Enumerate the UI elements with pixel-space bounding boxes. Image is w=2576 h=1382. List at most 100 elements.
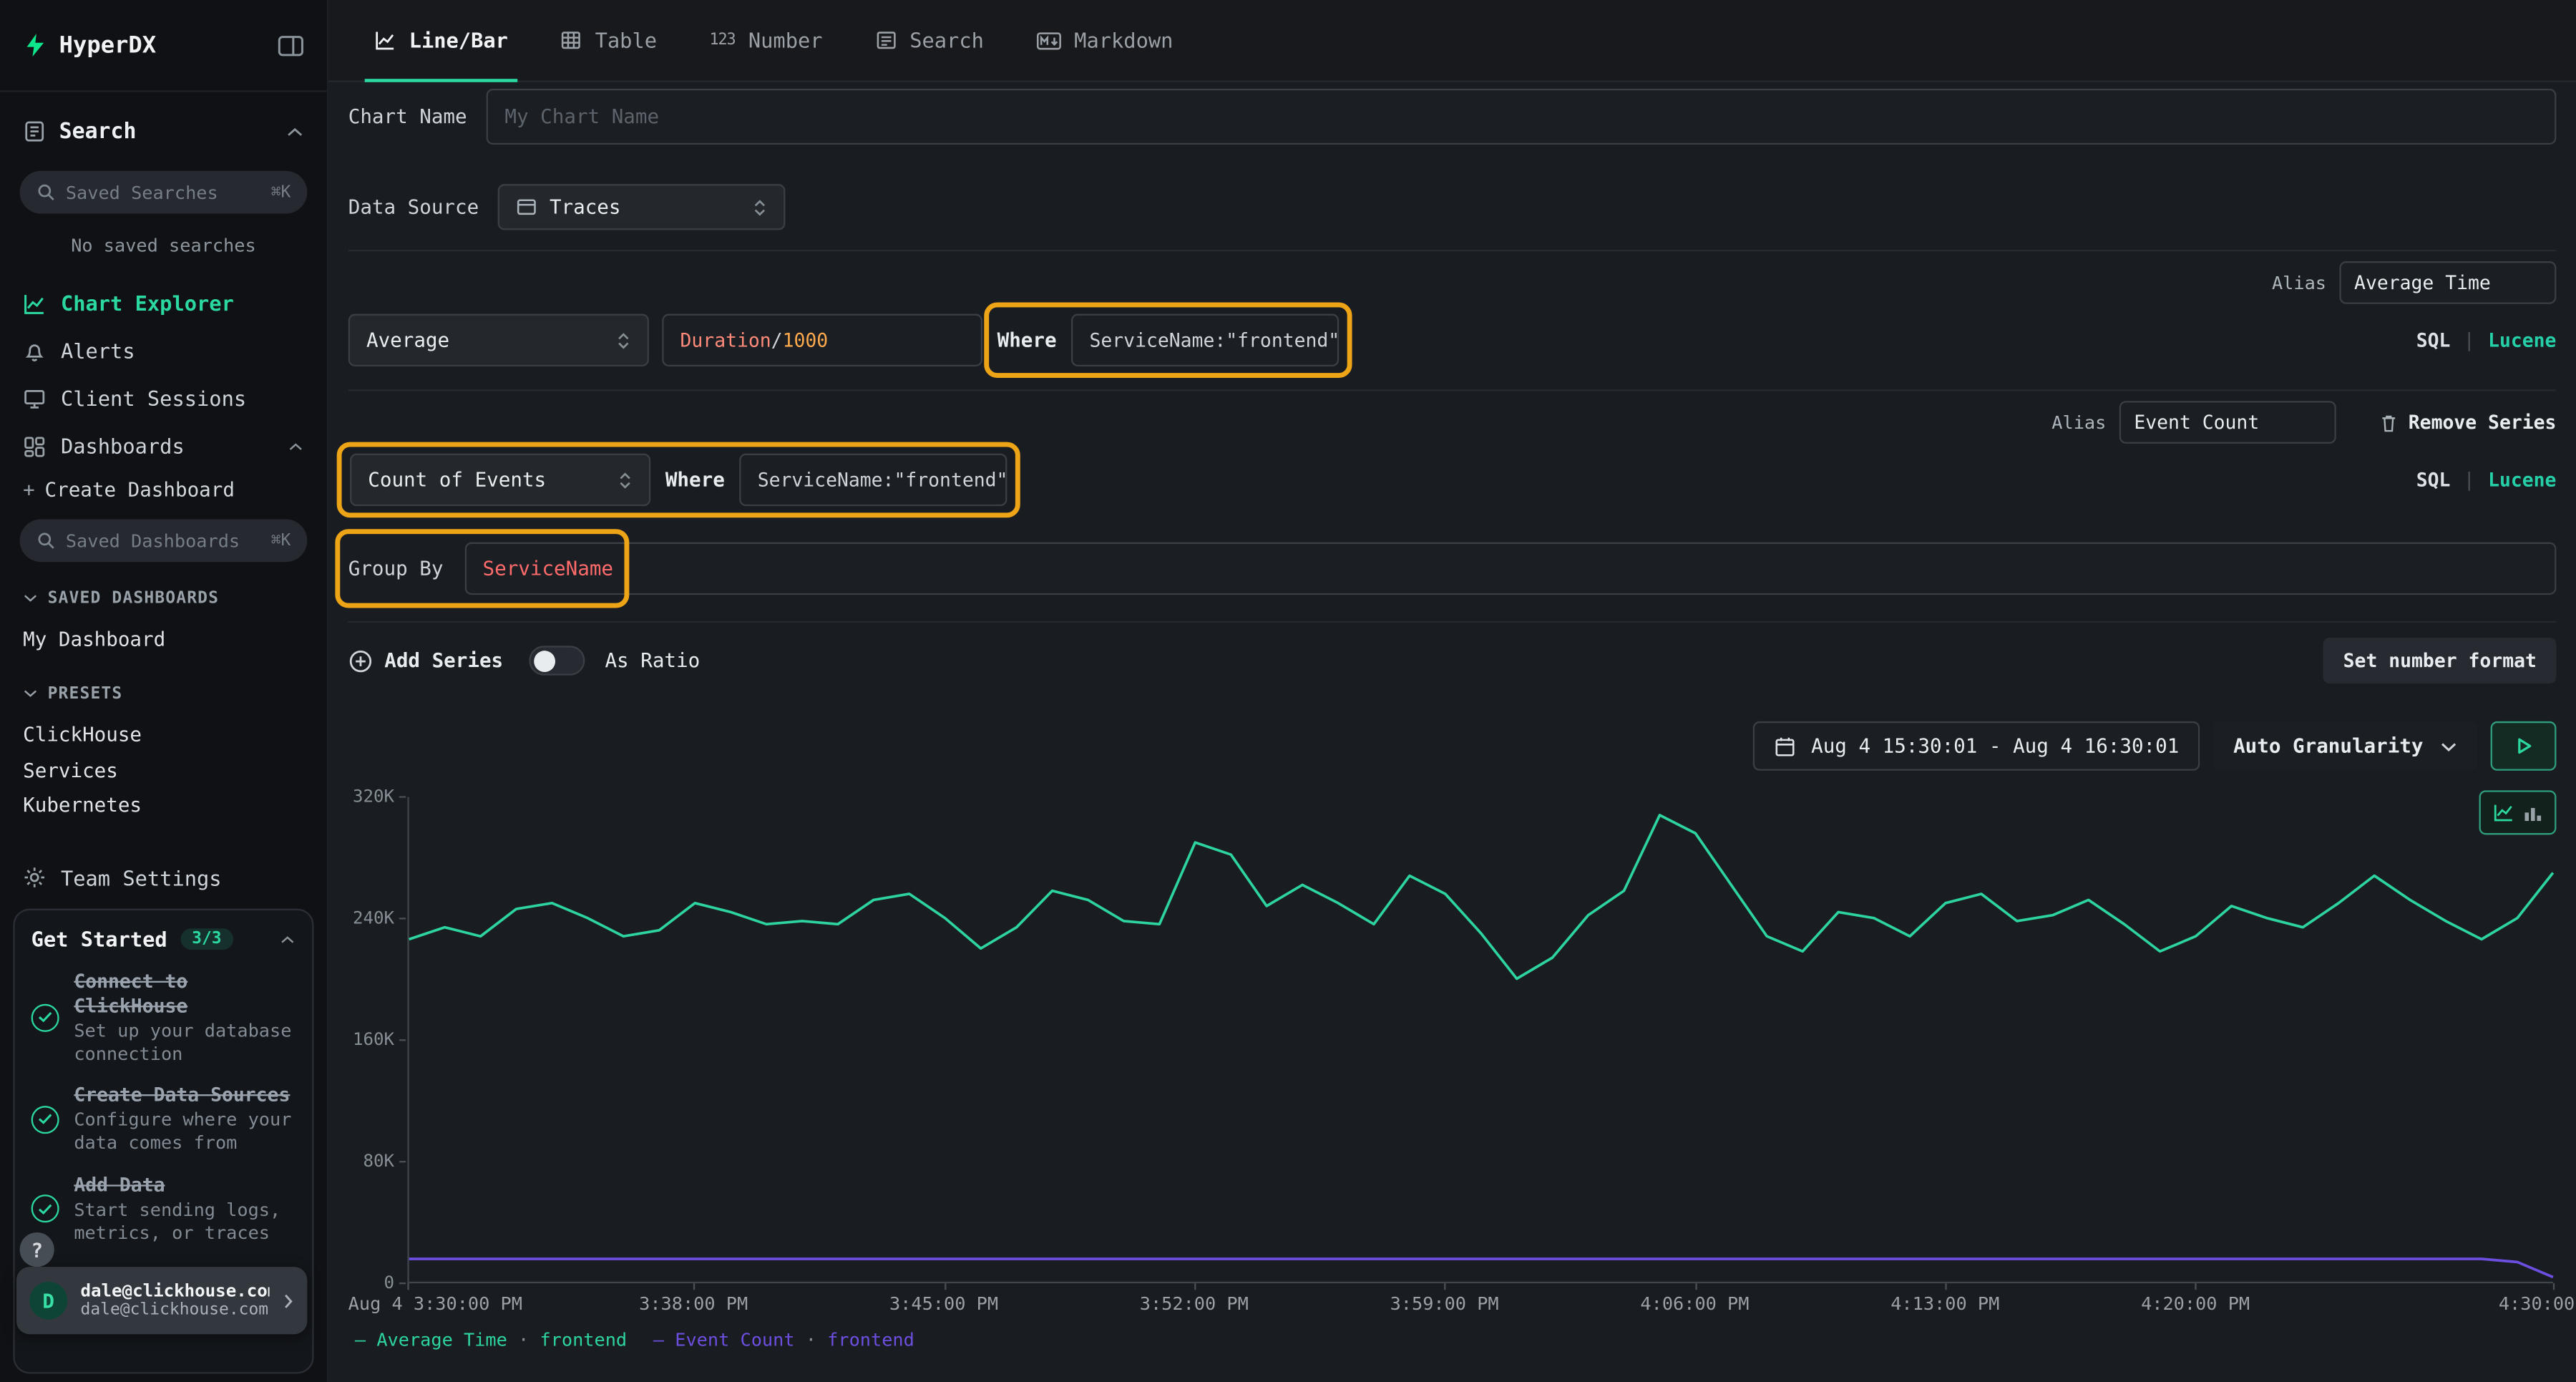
chart-display-toggle[interactable] (2479, 790, 2557, 834)
sidebar-section-search[interactable]: Search (0, 112, 327, 151)
saved-dashboards-header[interactable]: SAVED DASHBOARDS (0, 583, 327, 613)
dashboard-item-my-dashboard[interactable]: My Dashboard (0, 620, 327, 658)
preset-item-kubernetes[interactable]: Kubernetes (0, 787, 327, 822)
remove-series-button[interactable]: Remove Series (2379, 411, 2556, 434)
preset-item-services[interactable]: Services (0, 753, 327, 787)
field-arg: 1000 (783, 329, 829, 351)
add-series-button[interactable]: Add Series (348, 648, 503, 673)
saved-dashboards-field[interactable] (66, 530, 261, 551)
presets-header[interactable]: PRESETS (0, 678, 327, 708)
get-started-item-title: Add Data (74, 1173, 296, 1197)
series1-aggregation-select[interactable]: Average (348, 314, 649, 366)
aggregation-value: Count of Events (368, 468, 546, 491)
chart-name-input-wrap (487, 89, 2556, 145)
search-icon (36, 531, 57, 551)
select-stepper-icon (616, 331, 631, 349)
brand-name: HyperDX (59, 32, 156, 59)
field-fn: Duration (680, 329, 771, 351)
alias-label: Alias (2272, 272, 2326, 293)
tab-search[interactable]: Search (849, 0, 1010, 81)
mode-separator: | (2464, 329, 2475, 351)
chart-name-label: Chart Name (348, 105, 467, 128)
tab-line-bar[interactable]: Line/Bar (348, 0, 535, 81)
chart-plot[interactable] (407, 797, 2552, 1284)
legend-item[interactable]: — Average Time · frontend (355, 1329, 627, 1351)
legend-item[interactable]: — Event Count · frontend (653, 1329, 914, 1351)
group-by-input[interactable]: ServiceName (464, 542, 2556, 595)
circle-plus-icon (348, 648, 373, 673)
data-source-select[interactable]: Traces (499, 184, 786, 230)
tab-table[interactable]: Table (535, 0, 683, 81)
list-lines-icon (875, 29, 897, 51)
user-org: dale@clickhouse.com's (81, 1301, 270, 1319)
get-started-item[interactable]: Add Data Start sending logs, metrics, or… (31, 1173, 296, 1245)
series2-aggregation-select[interactable]: Count of Events (350, 454, 650, 506)
select-stepper-icon (618, 471, 633, 489)
preset-item-clickhouse[interactable]: ClickHouse (0, 715, 327, 753)
lucene-mode-link[interactable]: Lucene (2488, 329, 2556, 351)
date-range-picker[interactable]: Aug 4 15:30:01 - Aug 4 16:30:01 (1754, 721, 2200, 771)
granularity-select[interactable]: Auto Granularity (2214, 721, 2478, 771)
tab-label: Number (748, 28, 823, 52)
select-stepper-icon (753, 198, 769, 216)
help-button[interactable]: ? (20, 1232, 54, 1267)
series2-alias-input[interactable] (2119, 401, 2336, 444)
mode-separator: | (2464, 468, 2475, 491)
user-menu[interactable]: D dale@clickhouse.com dale@clickhouse.co… (16, 1267, 307, 1334)
get-started-item[interactable]: Connect to ClickHouse Set up your databa… (31, 970, 296, 1066)
line-chart-icon[interactable] (2492, 802, 2515, 823)
line-chart-icon (374, 29, 396, 51)
series1-where-input[interactable]: ServiceName:"frontend" (1071, 314, 1339, 366)
chevron-down-icon (2439, 740, 2457, 751)
sidebar-item-team-settings[interactable]: Team Settings (0, 857, 327, 897)
chart-type-tabbar: Line/Bar Table 123 Number Search Markdow… (328, 0, 2576, 82)
sidebar-item-alerts[interactable]: Alerts (0, 327, 327, 375)
set-number-format-button[interactable]: Set number format (2323, 638, 2556, 683)
lucene-mode-link[interactable]: Lucene (2488, 468, 2556, 491)
sidebar-item-dashboards[interactable]: Dashboards (0, 422, 327, 470)
as-ratio-toggle[interactable] (530, 646, 585, 675)
series1-alias-input[interactable] (2339, 261, 2556, 304)
number-123-icon: 123 (710, 31, 736, 49)
sidebar-nav: Chart Explorer Alerts Client Sessions Da… (0, 279, 327, 509)
collapse-sidebar-icon[interactable] (278, 34, 304, 57)
series2-where-input[interactable]: ServiceName:"frontend" (739, 454, 1007, 506)
gear-icon (23, 866, 46, 889)
tab-markdown[interactable]: Markdown (1010, 0, 1200, 81)
get-started-item-desc: Start sending logs, metrics, or traces (74, 1199, 296, 1244)
divider (348, 621, 2557, 623)
create-dashboard-button[interactable]: + Create Dashboard (0, 470, 327, 510)
table-icon (560, 29, 582, 51)
as-ratio-label: As Ratio (605, 649, 700, 672)
dashboard-grid-icon (23, 434, 46, 457)
chevron-up-icon (286, 126, 303, 137)
tab-label: Line/Bar (409, 28, 508, 52)
sql-mode-link[interactable]: SQL (2416, 468, 2451, 491)
divider (348, 250, 2557, 251)
chevron-up-icon[interactable] (279, 934, 296, 944)
chart-name-input[interactable] (504, 105, 2538, 128)
check-circle-icon (31, 1194, 59, 1222)
sidebar-item-chart-explorer[interactable]: Chart Explorer (0, 279, 327, 327)
data-source-value: Traces (550, 195, 621, 218)
chevron-down-icon (23, 688, 38, 699)
run-query-button[interactable] (2491, 721, 2557, 771)
saved-searches-input[interactable]: ⌘K (20, 171, 308, 214)
source-box-icon (517, 198, 538, 218)
play-icon (2514, 736, 2534, 756)
x-axis-labels: Aug 4 3:30:00 PM3:38:00 PM3:45:00 PM3:52… (407, 1293, 2552, 1320)
get-started-item-title: Connect to ClickHouse (74, 970, 296, 1019)
get-started-item[interactable]: Create Data Sources Configure where your… (31, 1084, 296, 1155)
saved-searches-field[interactable] (66, 182, 261, 203)
sidebar-item-client-sessions[interactable]: Client Sessions (0, 374, 327, 422)
saved-dashboards-input[interactable]: ⌘K (20, 520, 308, 563)
bar-chart-icon[interactable] (2522, 802, 2543, 823)
main-panel: Line/Bar Table 123 Number Search Markdow… (328, 0, 2576, 1382)
markdown-icon (1036, 30, 1060, 50)
sql-mode-link[interactable]: SQL (2416, 329, 2451, 351)
tab-number[interactable]: 123 Number (683, 0, 849, 81)
brand[interactable]: HyperDX (23, 32, 156, 59)
series1-field-input[interactable]: Duration/1000 (662, 314, 982, 366)
series-row-2: Count of Events Where ServiceName:"front… (348, 454, 2557, 506)
saved-dashboards-header-label: SAVED DASHBOARDS (48, 589, 220, 607)
